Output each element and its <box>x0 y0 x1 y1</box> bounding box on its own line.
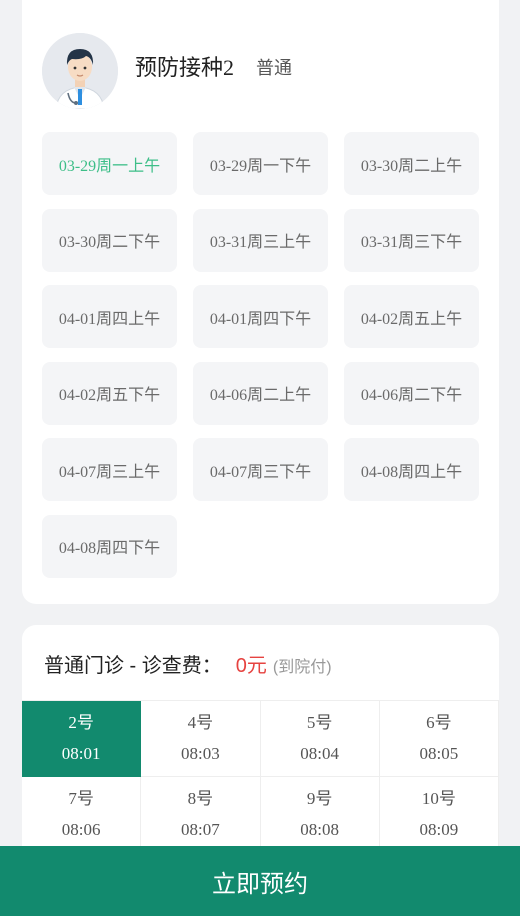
schedule-slot[interactable]: 04-08周四上午 <box>344 438 479 501</box>
number-cell[interactable]: 4号 08:03 <box>141 701 261 777</box>
schedule-slot[interactable]: 04-01周四上午 <box>42 285 177 348</box>
doctor-card: 预防接种2 普通 03-29周一上午 03-29周一下午 03-30周二上午 03-3… <box>22 0 499 604</box>
number-label: 4号 <box>187 712 214 732</box>
number-time: 08:07 <box>181 819 220 839</box>
schedule-slot[interactable]: 04-02周五下午 <box>42 361 177 425</box>
number-time: 08:08 <box>300 819 339 839</box>
number-label: 6号 <box>426 712 452 732</box>
number-label: 5号 <box>306 712 333 732</box>
schedule-slot[interactable]: 04-06周二下午 <box>344 361 479 425</box>
schedule-slot[interactable]: 04-08周四下午 <box>42 514 177 578</box>
fee-row: 普通门诊 - 诊查费： 0元 (到院付) <box>44 649 332 678</box>
schedule-slot[interactable]: 03-30周二上午 <box>344 132 479 195</box>
number-label: 9号 <box>306 788 333 808</box>
number-cell[interactable]: 6号 08:05 <box>379 701 499 777</box>
schedule-slot[interactable]: 04-01周四下午 <box>193 285 328 348</box>
number-cell[interactable]: 8号 08:07 <box>141 777 261 853</box>
number-cell[interactable]: 7号 08:06 <box>22 777 142 853</box>
number-time: 08:04 <box>300 743 339 763</box>
number-cell[interactable]: 10号 08:09 <box>379 777 499 853</box>
number-time: 08:03 <box>181 743 220 763</box>
schedule-slot[interactable]: 04-06周二上午 <box>193 361 328 425</box>
schedule-slot[interactable]: 03-31周三下午 <box>344 208 479 272</box>
doctor-level: 普通 <box>256 58 292 78</box>
schedule-slot[interactable]: 04-07周三下午 <box>193 438 328 501</box>
number-label: 7号 <box>68 788 94 808</box>
schedule-slot[interactable]: 03-29周一下午 <box>193 132 328 195</box>
number-time: 08:05 <box>419 743 459 763</box>
doctor-avatar <box>42 33 118 109</box>
number-label: 10号 <box>421 788 456 808</box>
doctor-avatar-icon <box>42 33 118 109</box>
fee-title: 普通门诊 - 诊查费： <box>44 655 222 677</box>
schedule-slot[interactable]: 03-29周一上午 <box>42 132 177 195</box>
fee-amount: 0元 <box>235 655 267 677</box>
number-time: 08:01 <box>61 743 101 763</box>
fee-note: (到院付) <box>272 659 332 676</box>
number-cell[interactable]: 2号 08:01 <box>22 701 142 777</box>
number-time: 08:09 <box>419 819 459 839</box>
schedule-slot[interactable]: 04-02周五上午 <box>344 285 479 348</box>
book-now-button[interactable]: 立即预约 <box>0 846 520 916</box>
number-grid: 2号 08:01 4号 08:03 5号 08:04 6号 08:05 7号 08:06 8号 08:… <box>22 700 499 853</box>
number-label: 2号 <box>68 712 94 732</box>
number-label: 8号 <box>187 788 214 808</box>
schedule-slot[interactable]: 03-31周三上午 <box>193 208 328 272</box>
schedule-slot[interactable]: 03-30周二下午 <box>42 208 177 272</box>
schedule-slot[interactable]: 04-07周三上午 <box>42 438 177 501</box>
doctor-name: 预防接种2 <box>135 55 235 80</box>
number-cell[interactable]: 9号 08:08 <box>260 777 380 853</box>
number-time: 08:06 <box>61 819 101 839</box>
number-cell[interactable]: 5号 08:04 <box>260 701 380 777</box>
